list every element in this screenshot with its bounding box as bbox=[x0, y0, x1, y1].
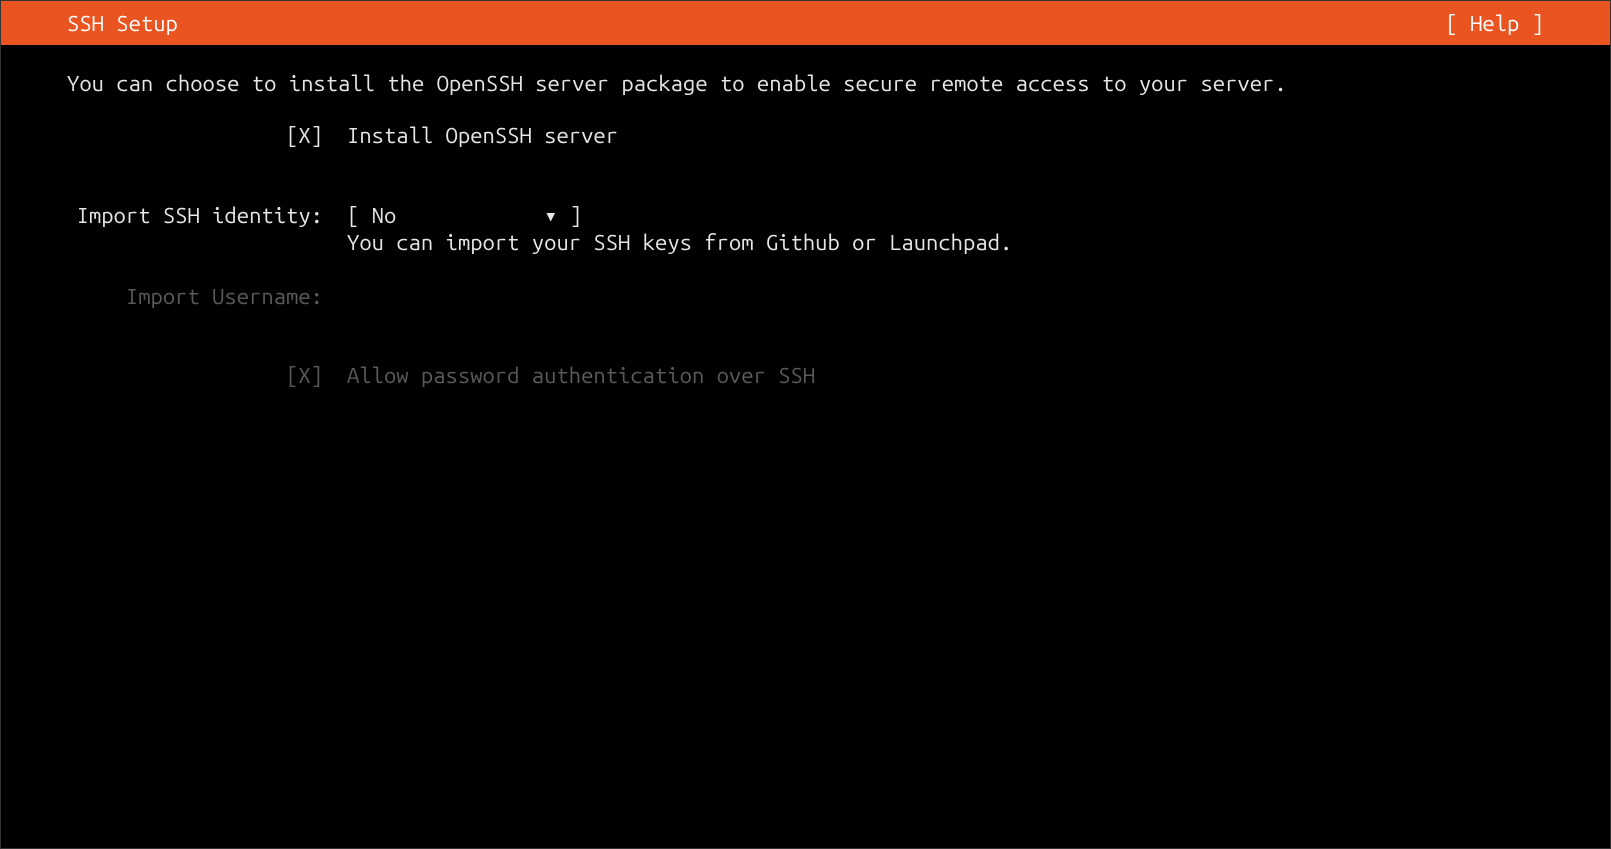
header-bar: SSH Setup [ Help ] bbox=[1, 1, 1610, 45]
main-content: You can choose to install the OpenSSH se… bbox=[1, 45, 1610, 416]
help-button[interactable]: [ Help ] bbox=[1445, 11, 1544, 36]
page-title: SSH Setup bbox=[67, 11, 178, 36]
import-identity-select[interactable]: [ No ▾ ] bbox=[347, 203, 582, 228]
install-openssh-row: [X] Install OpenSSH server bbox=[67, 122, 1544, 150]
import-identity-hint-row: You can import your SSH keys from Github… bbox=[67, 229, 1544, 257]
import-identity-hint: You can import your SSH keys from Github… bbox=[347, 230, 1012, 255]
allow-password-checkbox: [X] bbox=[286, 363, 323, 388]
import-username-row: Import Username: bbox=[67, 283, 1544, 311]
intro-text: You can choose to install the OpenSSH se… bbox=[67, 71, 1544, 96]
allow-password-row: [X] Allow password authentication over S… bbox=[67, 362, 1544, 390]
import-identity-label: Import SSH identity: bbox=[77, 203, 323, 228]
import-identity-value: No bbox=[372, 203, 397, 228]
allow-password-label: Allow password authentication over SSH bbox=[347, 363, 815, 388]
import-username-label: Import Username: bbox=[126, 284, 323, 309]
install-openssh-checkbox[interactable]: [X] bbox=[286, 123, 323, 148]
import-identity-row: Import SSH identity: [ No ▾ ] bbox=[67, 202, 1544, 230]
dropdown-arrow-icon: ▾ bbox=[544, 203, 557, 228]
install-openssh-label: Install OpenSSH server bbox=[347, 123, 618, 148]
